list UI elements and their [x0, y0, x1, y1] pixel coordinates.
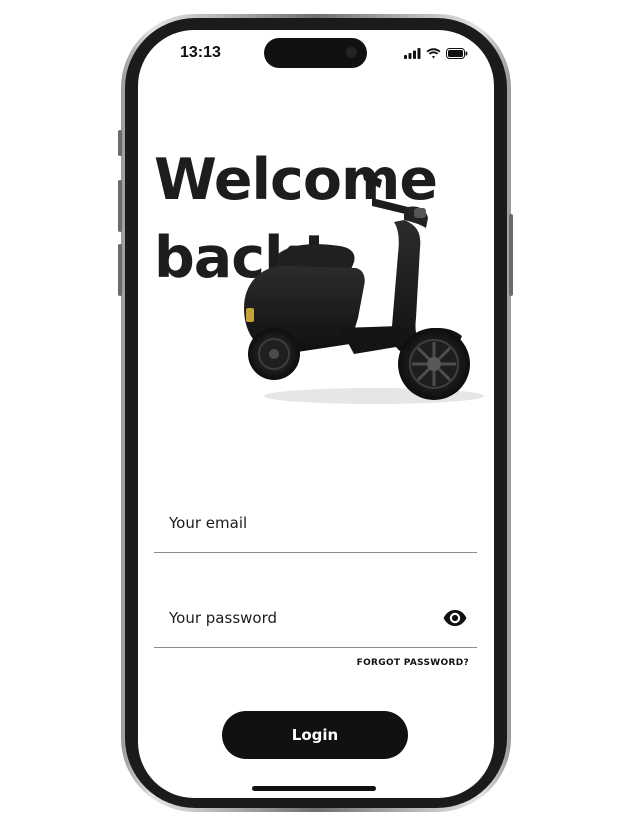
forgot-password-link[interactable]: FORGOT PASSWORD?: [357, 658, 469, 668]
dynamic-island: [264, 38, 367, 68]
status-icons: [404, 46, 468, 60]
email-field-container: [154, 502, 477, 553]
email-input[interactable]: [169, 512, 429, 534]
login-button[interactable]: Login: [222, 711, 408, 759]
status-time: 13:13: [180, 44, 221, 61]
password-input[interactable]: [169, 607, 429, 629]
wifi-icon: [426, 47, 441, 58]
scooter-image: [244, 170, 484, 404]
volume-down-button: [118, 244, 122, 296]
app-stage: 13:13 Welcome back! Your email FORGOT PA…: [0, 0, 620, 824]
cellular-signal-icon: [404, 47, 421, 59]
password-field-container: [154, 597, 477, 648]
volume-up-button: [118, 180, 122, 232]
front-camera: [346, 47, 357, 58]
battery-icon: [446, 47, 468, 59]
home-indicator[interactable]: [252, 786, 376, 791]
phone-screen: 13:13 Welcome back! Your email FORGOT PA…: [138, 30, 494, 798]
action-button: [118, 130, 122, 156]
eye-icon[interactable]: [443, 609, 467, 627]
power-button: [509, 214, 513, 296]
